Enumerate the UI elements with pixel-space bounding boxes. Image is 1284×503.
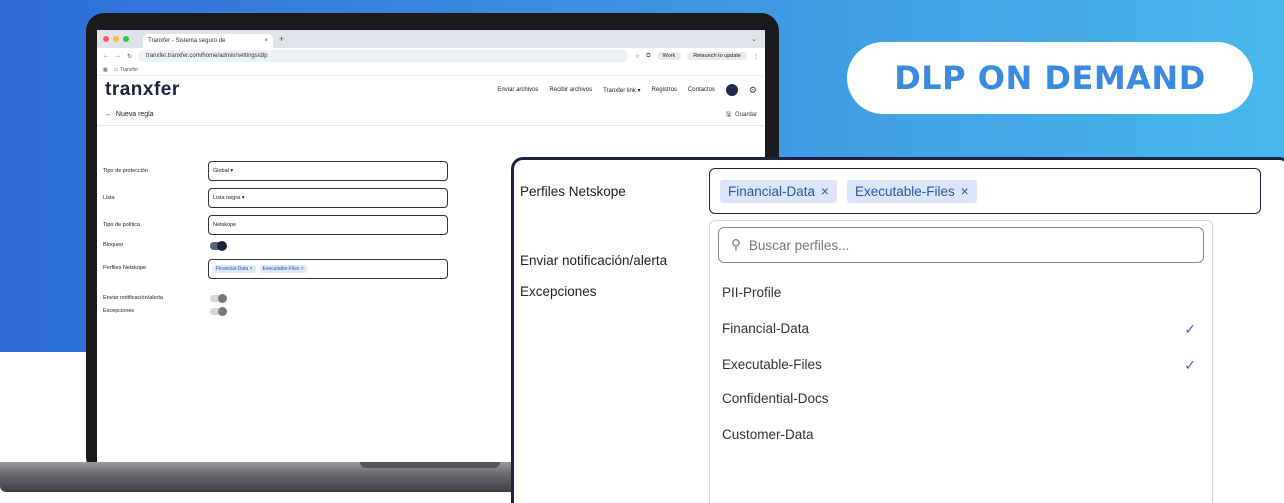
check-icon: ✓ <box>1184 357 1196 373</box>
profile-button[interactable]: Work <box>656 52 682 60</box>
tab-close-icon[interactable]: × <box>264 38 268 44</box>
option-label: Customer-Data <box>722 427 814 442</box>
tranxfer-logo[interactable]: tranxfer <box>105 79 180 101</box>
browser-tabbar: Tranxfer - Sistema seguro de × + ⌄ <box>97 30 765 48</box>
app-header: tranxfer Enviar archivos Recibir archivo… <box>97 76 765 104</box>
policy-type-label: Tipo de política <box>103 222 141 228</box>
block-label: Bloqueo <box>103 242 124 248</box>
nav-enviar-archivos[interactable]: Enviar archivos <box>497 87 538 93</box>
zoom-notify-label: Enviar notificación/alerta <box>520 253 668 268</box>
profiles-dropdown: ⚲ Buscar perfiles... PII-Profile Financi… <box>709 220 1213 503</box>
gear-icon[interactable]: ⚙ <box>749 85 757 96</box>
back-arrow-icon[interactable]: ← <box>105 111 116 118</box>
forward-arrow-icon[interactable]: → <box>115 53 121 59</box>
option-confidential-docs[interactable]: Confidential-Docs <box>722 391 1202 406</box>
exceptions-toggle[interactable] <box>210 307 227 316</box>
address-bar: ← → ↻ tranxfer.tranxfer.com/home/admin/s… <box>97 48 765 64</box>
main-nav: Enviar archivos Recibir archivos Tranxfe… <box>497 84 757 96</box>
back-arrow-icon[interactable]: ← <box>103 53 109 59</box>
page-subheader: ← Nueva regla 🖫 Guardar <box>97 104 765 126</box>
option-executable-files[interactable]: Executable-Files ✓ <box>722 357 1202 374</box>
policy-type-field[interactable]: Netskope <box>208 215 448 235</box>
profile-chip[interactable]: Financial-Data × <box>213 265 256 273</box>
zoom-panel: Perfiles Netskope Financial-Data × Execut… <box>511 157 1284 503</box>
option-label: Confidential-Docs <box>722 391 829 406</box>
option-pii-profile[interactable]: PII-Profile <box>722 285 1202 300</box>
new-tab-button[interactable]: + <box>279 34 284 44</box>
block-toggle[interactable] <box>210 241 227 251</box>
check-icon: ✓ <box>1184 321 1196 337</box>
zoom-profiles-multiselect[interactable]: Financial-Data × Executable-Files × <box>709 168 1261 214</box>
bookmark-folder[interactable]: ▭ Tranxfer <box>114 67 138 73</box>
save-button[interactable]: 🖫 Guardar <box>726 110 757 120</box>
avatar[interactable] <box>725 84 738 96</box>
relaunch-button[interactable]: Relaunch to update <box>687 52 747 60</box>
bookmarks-bar: ▦ ▭ Tranxfer <box>97 64 765 76</box>
nav-tranxfer-link[interactable]: Tranxfer link ▾ <box>603 87 640 94</box>
profile-chip[interactable]: Executable-Files × <box>259 265 307 273</box>
page-title: Nueva regla <box>115 111 154 118</box>
option-label: PII-Profile <box>722 285 782 300</box>
zoom-chip-financial-data[interactable]: Financial-Data × <box>720 179 837 203</box>
save-icon: 🖫 <box>725 111 731 118</box>
chip-label: Executable-Files <box>854 183 955 199</box>
bookmark-star-icon[interactable]: ☆ <box>635 53 640 60</box>
apps-grid-icon[interactable]: ▦ <box>103 67 108 73</box>
exceptions-label: Excepciones <box>103 308 135 314</box>
zoom-profiles-label: Perfiles Netskope <box>520 184 626 199</box>
profile-search-input[interactable]: ⚲ Buscar perfiles... <box>718 227 1204 263</box>
search-icon: ⚲ <box>731 237 741 252</box>
profiles-label: Perfiles Netskope <box>103 265 147 271</box>
chip-label: Financial-Data <box>728 183 816 199</box>
chip-remove-icon[interactable]: × <box>961 184 969 199</box>
option-customer-data[interactable]: Customer-Data <box>722 427 1202 442</box>
extensions-icon[interactable]: ⧉ <box>646 53 650 60</box>
zoom-chip-executable-files[interactable]: Executable-Files × <box>846 179 977 203</box>
protection-type-label: Tipo de protección <box>103 168 149 174</box>
bookmark-label: Tranxfer <box>119 66 139 73</box>
nav-recibir-archivos[interactable]: Recibir archivos <box>549 87 592 93</box>
option-label: Executable-Files <box>722 357 822 372</box>
menu-kebab-icon[interactable]: ⋮ <box>753 53 759 60</box>
option-financial-data[interactable]: Financial-Data ✓ <box>722 321 1202 338</box>
tab-list-chevron-icon[interactable]: ⌄ <box>751 35 757 43</box>
profiles-multiselect[interactable]: Financial-Data × Executable-Files × <box>208 259 448 279</box>
zoom-exceptions-label: Excepciones <box>520 284 597 299</box>
search-placeholder: Buscar perfiles... <box>748 237 850 253</box>
nav-registros[interactable]: Registros <box>652 87 677 93</box>
browser-tab[interactable]: Tranxfer - Sistema seguro de × <box>143 34 273 48</box>
notify-label: Enviar notificación/alerta <box>103 295 163 301</box>
maximize-window-icon[interactable] <box>123 36 129 42</box>
close-window-icon[interactable] <box>103 36 109 42</box>
dlp-badge: DLP ON DEMAND <box>847 42 1253 114</box>
list-label: Lista <box>103 195 115 201</box>
reload-icon[interactable]: ↻ <box>127 53 132 60</box>
url-field[interactable]: tranxfer.tranxfer.com/home/admin/setting… <box>138 50 629 62</box>
save-label: Guardar <box>734 111 757 118</box>
chip-remove-icon[interactable]: × <box>821 184 829 199</box>
tab-title: Tranxfer - Sistema seguro de <box>148 38 226 44</box>
minimize-window-icon[interactable] <box>113 36 119 42</box>
nav-contactos[interactable]: Contactos <box>688 87 715 93</box>
list-select[interactable]: Lista negra ▾ <box>208 188 448 208</box>
notify-toggle[interactable] <box>210 294 227 303</box>
option-label: Financial-Data <box>722 321 810 336</box>
protection-type-select[interactable]: Global ▾ <box>208 161 448 181</box>
laptop-notch <box>360 462 500 468</box>
